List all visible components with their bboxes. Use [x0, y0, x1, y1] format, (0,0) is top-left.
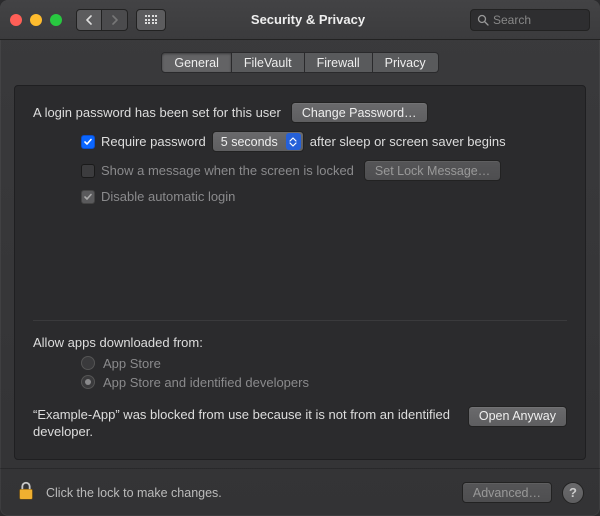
- require-password-delay-select[interactable]: 5 seconds: [212, 131, 304, 152]
- search-placeholder: Search: [493, 13, 531, 27]
- tab-general[interactable]: General: [161, 52, 231, 73]
- blocked-app-row: “Example-App” was blocked from use becau…: [33, 406, 567, 441]
- radio-app-store: [81, 356, 95, 370]
- show-message-row: Show a message when the screen is locked…: [33, 160, 567, 181]
- advanced-button[interactable]: Advanced…: [462, 482, 552, 503]
- zoom-window-button[interactable]: [50, 14, 62, 26]
- lock-icon[interactable]: [16, 480, 36, 505]
- radio-identified-row: App Store and identified developers: [33, 375, 567, 390]
- stepper-icon: [286, 133, 301, 150]
- back-button[interactable]: [76, 9, 102, 31]
- search-icon: [477, 14, 489, 26]
- disable-auto-login-label: Disable automatic login: [101, 189, 235, 204]
- content-area: General FileVault Firewall Privacy A log…: [0, 40, 600, 468]
- radio-identified-label: App Store and identified developers: [103, 375, 309, 390]
- tab-bar: General FileVault Firewall Privacy: [14, 52, 586, 73]
- set-lock-message-button: Set Lock Message…: [364, 160, 501, 181]
- tab-filevault[interactable]: FileVault: [232, 52, 305, 73]
- login-password-label: A login password has been set for this u…: [33, 105, 281, 120]
- nav-buttons: [76, 9, 128, 31]
- chevron-left-icon: [85, 15, 93, 25]
- disable-auto-login-checkbox: [81, 190, 95, 204]
- search-input[interactable]: Search: [470, 9, 590, 31]
- disable-auto-login-row: Disable automatic login: [33, 189, 567, 204]
- open-anyway-button[interactable]: Open Anyway: [468, 406, 567, 427]
- require-password-row: Require password 5 seconds after sleep o…: [33, 131, 567, 152]
- radio-app-store-row: App Store: [33, 356, 567, 371]
- titlebar: Security & Privacy Search: [0, 0, 600, 40]
- panel-separator: [33, 320, 567, 321]
- require-password-delay-value: 5 seconds: [221, 135, 278, 149]
- forward-button: [102, 9, 128, 31]
- preferences-window: Security & Privacy Search General FileVa…: [0, 0, 600, 516]
- tab-firewall[interactable]: Firewall: [305, 52, 373, 73]
- change-password-button[interactable]: Change Password…: [291, 102, 428, 123]
- login-password-row: A login password has been set for this u…: [33, 102, 567, 123]
- help-button[interactable]: ?: [562, 482, 584, 504]
- general-panel: A login password has been set for this u…: [14, 85, 586, 460]
- window-title: Security & Privacy: [146, 12, 470, 27]
- minimize-window-button[interactable]: [30, 14, 42, 26]
- require-password-label-pre: Require password: [101, 134, 206, 149]
- show-message-label: Show a message when the screen is locked: [101, 163, 354, 178]
- require-password-label-post: after sleep or screen saver begins: [310, 134, 506, 149]
- footer: Click the lock to make changes. Advanced…: [0, 468, 600, 516]
- radio-identified-developers: [81, 375, 95, 389]
- lock-hint-label: Click the lock to make changes.: [46, 486, 222, 500]
- chevron-right-icon: [111, 15, 119, 25]
- allow-downloads-heading: Allow apps downloaded from:: [33, 335, 567, 350]
- tab-privacy[interactable]: Privacy: [373, 52, 439, 73]
- show-message-checkbox: [81, 164, 95, 178]
- blocked-app-message: “Example-App” was blocked from use becau…: [33, 406, 456, 441]
- check-icon: [83, 192, 93, 202]
- check-icon: [83, 137, 93, 147]
- require-password-checkbox[interactable]: [81, 135, 95, 149]
- close-window-button[interactable]: [10, 14, 22, 26]
- window-controls: [10, 14, 62, 26]
- radio-app-store-label: App Store: [103, 356, 161, 371]
